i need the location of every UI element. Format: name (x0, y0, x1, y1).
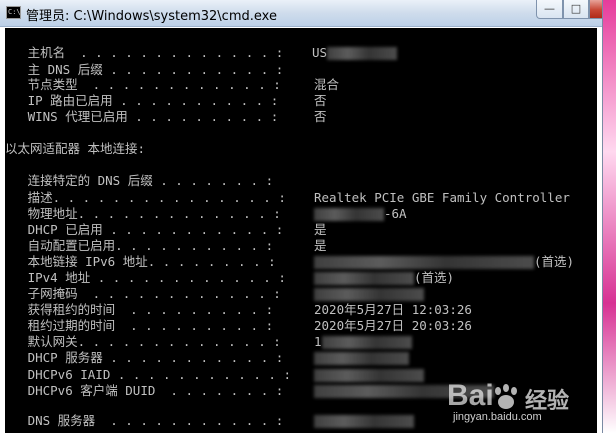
title-bar[interactable]: C:\ 管理员: C:\Windows\system32\cmd.exe — □… (0, 0, 602, 27)
minimize-button[interactable]: — (536, 0, 563, 19)
output-line: 本地链接 IPv6 地址. . . . . . . . : (首选) (5, 253, 574, 270)
output-label: WINS 代理已启用 . . . . . . . . . : (5, 109, 279, 124)
redacted-value (321, 336, 412, 349)
baidu-jingyan-watermark: Bai 经验 jingyan.baidu.com (429, 379, 579, 427)
output-line: DHCPv6 IAID . . . . . . . . . . . : (5, 366, 424, 383)
output-value: 否 (314, 93, 327, 108)
output-value: Realtek PCIe GBE Family Controller (314, 190, 570, 205)
adapter-header: 以太网适配器 本地连接: (5, 141, 146, 156)
redacted-value (314, 208, 384, 221)
output-line: DHCP 已启用 . . . . . . . . . . . : 是 (5, 221, 327, 238)
cmd-window: C:\ 管理员: C:\Windows\system32\cmd.exe — □… (0, 0, 603, 433)
output-label: 自动配置已启用. . . . . . . . . . : (5, 238, 274, 253)
output-line: WINS 代理已启用 . . . . . . . . . : 否 (5, 108, 327, 125)
output-line: DHCP 服务器 . . . . . . . . . . . : (5, 349, 409, 366)
redacted-value (314, 256, 534, 269)
output-label: 节点类型 . . . . . . . . . . . . : (5, 77, 281, 92)
output-value: 1 (314, 333, 412, 350)
output-label: 子网掩码 . . . . . . . . . . . . : (5, 286, 281, 301)
redacted-value (314, 369, 424, 382)
output-label: IP 路由已启用 . . . . . . . . . . : (5, 93, 279, 108)
output-label: 本地链接 IPv6 地址. . . . . . . . : (5, 254, 276, 269)
output-label: 物理地址. . . . . . . . . . . . . : (5, 206, 281, 221)
output-label: IPv4 地址 . . . . . . . . . . . . : (5, 270, 286, 285)
output-value (314, 349, 409, 366)
output-label: DHCP 已启用 . . . . . . . . . . . : (5, 222, 284, 237)
output-line: DNS 服务器 . . . . . . . . . . . : (5, 412, 414, 429)
window-title: 管理员: C:\Windows\system32\cmd.exe (26, 9, 277, 24)
output-label: DNS 服务器 . . . . . . . . . . . : (5, 413, 284, 428)
console-output[interactable]: 主机名 . . . . . . . . . . . . . : US 主 DNS… (5, 28, 597, 433)
output-line: 物理地址. . . . . . . . . . . . . : -6A (5, 205, 407, 222)
redacted-value (314, 272, 414, 285)
redacted-value (327, 47, 398, 60)
redacted-value (314, 352, 409, 365)
output-label: 连接特定的 DNS 后缀 . . . . . . . : (5, 173, 274, 188)
output-value (314, 412, 414, 429)
cmd-icon[interactable]: C:\ (6, 6, 21, 19)
output-value: 2020年5月27日 20:03:26 (314, 318, 472, 333)
close-button[interactable]: ✕ (589, 0, 602, 19)
output-line: 连接特定的 DNS 后缀 . . . . . . . : (5, 172, 274, 189)
paw-icon (495, 384, 517, 409)
watermark-url: jingyan.baidu.com (453, 411, 542, 423)
output-value: 否 (314, 109, 327, 124)
output-value: -6A (314, 205, 407, 222)
output-value (314, 285, 424, 302)
output-label: DHCPv6 客户端 DUID . . . . . . . : (5, 383, 284, 398)
output-label: 主机名 . . . . . . . . . . . . . : (5, 45, 284, 60)
redacted-value (314, 288, 424, 301)
output-line: 子网掩码 . . . . . . . . . . . . : (5, 285, 424, 302)
output-label: 描述. . . . . . . . . . . . . . . : (5, 190, 286, 205)
output-value: (首选) (314, 269, 454, 286)
output-value: 是 (314, 238, 327, 253)
output-line: IPv4 地址 . . . . . . . . . . . . : (首选) (5, 269, 454, 286)
output-line: DHCPv6 客户端 DUID . . . . . . . : (5, 382, 494, 399)
output-label: DHCP 服务器 . . . . . . . . . . . : (5, 350, 284, 365)
output-line: 租约过期的时间 . . . . . . . . . : 2020年5月27日 2… (5, 317, 472, 334)
output-line: 获得租约的时间 . . . . . . . . . : 2020年5月27日 1… (5, 301, 472, 318)
output-value: 混合 (314, 77, 340, 92)
watermark-brand: Bai (447, 379, 494, 412)
output-value: 是 (314, 222, 327, 237)
redacted-value (314, 415, 414, 428)
output-line: 自动配置已启用. . . . . . . . . . : 是 (5, 237, 327, 254)
output-label: 默认网关. . . . . . . . . . . . . : (5, 334, 281, 349)
output-label: 获得租约的时间 . . . . . . . . . : (5, 302, 274, 317)
maximize-button[interactable]: □ (563, 0, 589, 19)
output-value: (首选) (314, 253, 574, 270)
output-line: IP 路由已启用 . . . . . . . . . . : 否 (5, 92, 327, 109)
output-line: 主机名 . . . . . . . . . . . . . : US (5, 44, 398, 61)
output-label: DHCPv6 IAID . . . . . . . . . . . : (5, 367, 291, 382)
output-line: 节点类型 . . . . . . . . . . . . : 混合 (5, 76, 339, 93)
output-value (314, 366, 424, 383)
output-line: 描述. . . . . . . . . . . . . . . : Realte… (5, 189, 570, 206)
output-line: 默认网关. . . . . . . . . . . . . : 1 (5, 333, 412, 350)
output-label: 租约过期的时间 . . . . . . . . . : (5, 318, 274, 333)
output-value: 2020年5月27日 12:03:26 (314, 302, 472, 317)
output-value: US (312, 44, 398, 61)
